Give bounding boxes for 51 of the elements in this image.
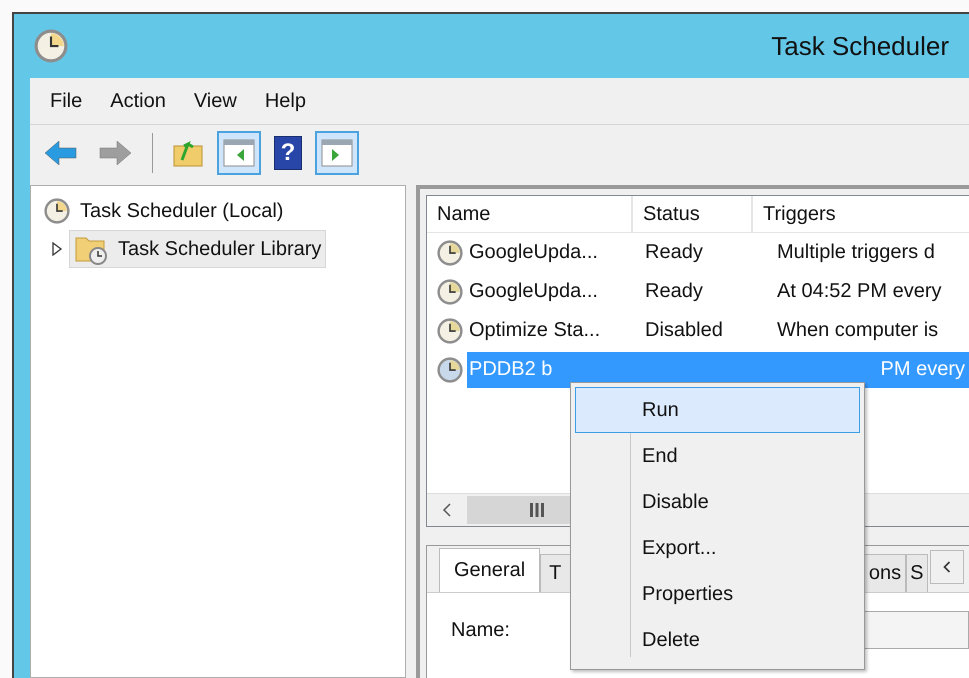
table-cell-text: Disabled — [644, 319, 724, 342]
menu-item[interactable]: File — [50, 90, 82, 112]
left-arrow-icon — [43, 138, 79, 168]
pane-icon — [222, 138, 256, 168]
pane-toggle-button[interactable] — [315, 131, 359, 175]
table-cell-text: GoogleUpda... — [468, 280, 599, 303]
clock-icon — [34, 29, 68, 63]
menu-item[interactable]: Properties — [575, 571, 860, 617]
clock-icon — [437, 318, 463, 344]
menu-item[interactable]: Delete — [575, 617, 860, 663]
tree-item[interactable]: Task Scheduler Library — [69, 230, 326, 268]
pane-toggle-button[interactable] — [217, 131, 261, 175]
table-row[interactable]: GoogleUpda... Ready At 04:52 PM every — [467, 274, 969, 310]
tree-item[interactable]: Task Scheduler (Local) — [39, 192, 405, 230]
clock-icon — [437, 356, 463, 382]
grip-icon — [529, 503, 545, 517]
column-header[interactable]: Triggers — [753, 196, 969, 232]
clock-icon — [44, 198, 70, 224]
clock-icon — [437, 278, 463, 304]
table-cell-text: GoogleUpda... — [468, 241, 599, 264]
table-row[interactable]: GoogleUpda... Ready Multiple triggers d — [467, 234, 969, 270]
field-label: Name: — [451, 618, 510, 642]
menu-item[interactable]: End — [575, 433, 860, 479]
table-cell-text: Multiple triggers d — [776, 241, 936, 264]
column-header[interactable]: Name — [427, 196, 633, 232]
tab[interactable]: General — [439, 548, 540, 592]
table-cell-text: At 04:52 PM every — [776, 280, 943, 303]
scroll-left-icon[interactable] — [441, 502, 453, 518]
folder-icon — [172, 138, 204, 168]
table-cell-text: PDDB2 b — [468, 358, 554, 381]
menu-item[interactable]: Action — [110, 90, 166, 112]
table-cell-text: Optimize Sta... — [468, 319, 602, 342]
tab[interactable]: S — [906, 554, 928, 592]
tab-scroll-button[interactable] — [930, 550, 964, 584]
table-cell-text: Ready — [644, 241, 704, 264]
menu-item[interactable]: View — [194, 90, 237, 112]
table-row[interactable]: Optimize Sta... Disabled When computer is — [467, 312, 969, 348]
menu-item[interactable]: Export... — [575, 525, 860, 571]
window-title: Task Scheduler — [771, 30, 949, 62]
clock-icon — [437, 240, 463, 266]
table-cell-text: When computer is — [776, 319, 940, 342]
table-cell-text: PM every — [880, 358, 966, 381]
menu-item[interactable]: Help — [264, 90, 306, 112]
table-cell-text: Ready — [644, 280, 704, 303]
menu-item[interactable]: Disable — [575, 479, 860, 525]
menu-item[interactable]: Run — [575, 387, 860, 433]
right-arrow-icon — [97, 138, 133, 168]
chevron-left-icon — [942, 560, 952, 574]
expand-caret-icon[interactable] — [51, 241, 63, 257]
pane-icon — [320, 138, 354, 168]
column-header[interactable]: Status — [633, 196, 753, 232]
